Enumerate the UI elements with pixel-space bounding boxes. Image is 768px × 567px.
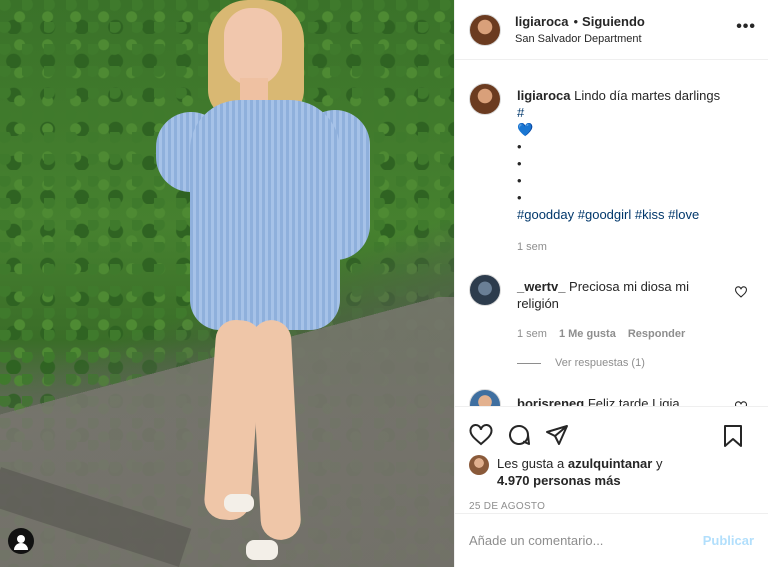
more-horizontal-icon[interactable]: ••• (736, 19, 756, 35)
caption-dot: • (517, 156, 522, 171)
replies-line (517, 362, 541, 364)
caption-hash[interactable]: # (517, 105, 524, 120)
separator-dot: • (573, 14, 579, 29)
caption-dot: • (517, 190, 522, 205)
romper (190, 100, 340, 330)
face (224, 8, 282, 86)
commenter-username[interactable]: _wertv_ (517, 279, 565, 294)
caption-dot: • (517, 173, 522, 188)
comment-like-heart-icon[interactable] (734, 286, 748, 298)
hashtag-link[interactable]: #goodday (517, 207, 574, 222)
post-actions: Les gusta a azulquintanar y 4.970 person… (455, 406, 768, 512)
heart-icon[interactable] (469, 424, 493, 446)
comment-icon[interactable] (507, 423, 531, 447)
comment-time[interactable]: 1 sem (517, 326, 547, 343)
location-link[interactable]: San Salvador Department (515, 33, 645, 45)
author-username[interactable]: ligiaroca (515, 14, 568, 29)
post-photo[interactable] (0, 0, 454, 567)
blue-heart-emoji: 💙 (517, 122, 534, 137)
comment-input[interactable]: Añade un comentario... (469, 533, 703, 548)
comment-text: Feliz tarde Ligia (587, 396, 680, 406)
likes-and: y (655, 456, 663, 471)
view-replies[interactable]: Ver respuestas (1) (517, 357, 754, 369)
add-comment-bar: Añade un comentario... Publicar (455, 513, 768, 567)
caption-username[interactable]: ligiaroca (517, 88, 570, 103)
reply-button[interactable]: Responder (628, 326, 685, 343)
post-date[interactable]: 25 DE AGOSTO (469, 501, 754, 512)
view-replies-label[interactable]: Ver respuestas (1) (555, 357, 645, 369)
caption-avatar[interactable] (469, 83, 501, 115)
hashtag-link[interactable]: #love (668, 207, 699, 222)
comment-item: _wertv_ Preciosa mi diosa mi religión 1 … (469, 274, 754, 343)
leg-right (250, 319, 302, 541)
post-header: ligiaroca • Siguiendo San Salvador Depar… (455, 0, 768, 60)
commenter-username[interactable]: borisreneg (517, 396, 584, 406)
hashtag-link[interactable]: #goodgirl (578, 207, 632, 222)
tagged-user-icon[interactable] (8, 528, 34, 554)
caption-text: Lindo día martes darlings (574, 88, 721, 103)
likes-summary: Les gusta a azulquintanar y 4.970 person… (469, 455, 754, 489)
bookmark-icon[interactable] (722, 424, 744, 448)
author-avatar[interactable] (469, 13, 501, 46)
liker-avatar[interactable] (469, 455, 489, 475)
shoe-right (246, 540, 278, 560)
likes-count[interactable]: 4.970 personas más (497, 473, 621, 488)
commenter-avatar[interactable] (469, 389, 501, 406)
comment-likes[interactable]: 1 Me gusta (559, 326, 616, 343)
comments-list[interactable]: ligiaroca Lindo día martes darlings # 💙 … (455, 61, 768, 406)
caption-time[interactable]: 1 sem (517, 239, 547, 256)
caption: ligiaroca Lindo día martes darlings # 💙 … (469, 83, 754, 256)
comment-item: borisreneg Feliz tarde Ligia (469, 389, 754, 406)
shoe-left (224, 494, 254, 512)
person-figure (150, 0, 380, 567)
post-sidebar: ligiaroca • Siguiendo San Salvador Depar… (454, 0, 768, 567)
commenter-avatar[interactable] (469, 274, 501, 306)
share-icon[interactable] (545, 424, 569, 446)
caption-dot: • (517, 139, 522, 154)
liker-username[interactable]: azulquintanar (568, 456, 653, 471)
hashtag-link[interactable]: #kiss (635, 207, 665, 222)
likes-prefix: Les gusta a (497, 456, 565, 471)
following-button[interactable]: Siguiendo (582, 14, 645, 29)
publish-button[interactable]: Publicar (703, 533, 754, 548)
